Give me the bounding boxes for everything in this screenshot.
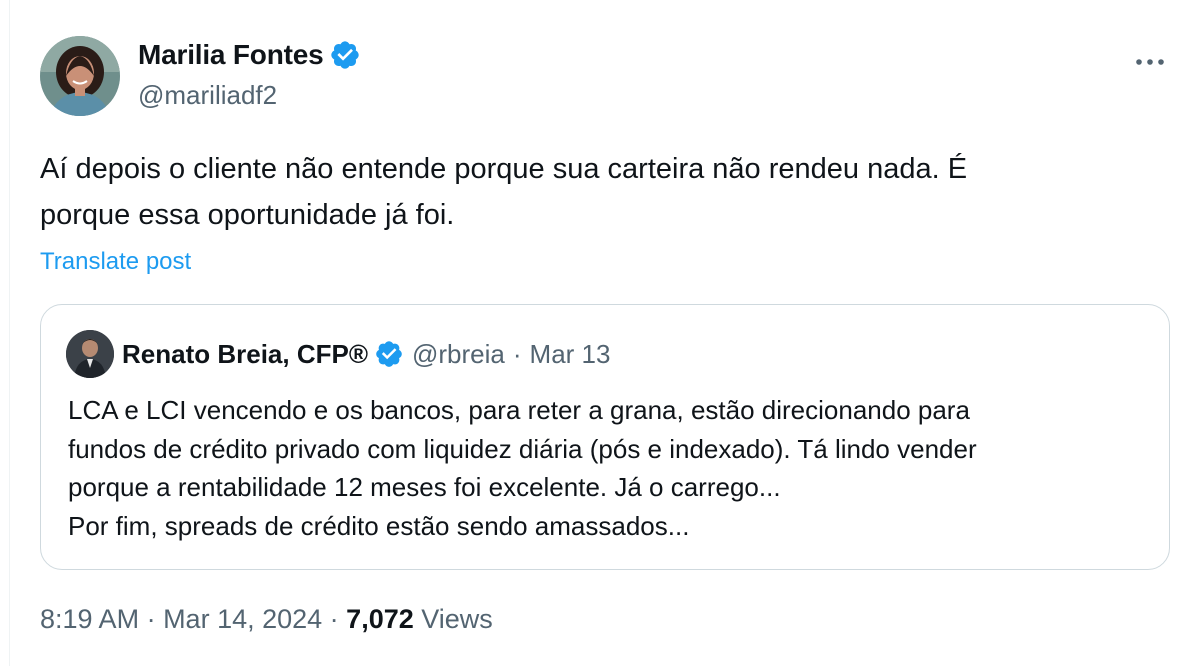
tweet-date[interactable]: Mar 14, 2024 bbox=[163, 604, 322, 635]
avatar[interactable] bbox=[40, 36, 120, 116]
tweet-header: Marilia Fontes @mariliadf2 bbox=[40, 36, 1176, 118]
quoted-avatar-photo bbox=[66, 330, 114, 378]
avatar-photo bbox=[40, 36, 120, 116]
quoted-text-line: Por fim, spreads de crédito estão sendo … bbox=[68, 510, 690, 541]
quoted-text-line: LCA e LCI vencendo e os bancos, para ret… bbox=[68, 395, 970, 425]
meta-separator: · bbox=[322, 604, 347, 634]
quoted-text-line: fundos de crédito privado com liquidez d… bbox=[68, 433, 977, 464]
translate-post-link[interactable]: Translate post bbox=[40, 248, 191, 276]
tweet-time[interactable]: 8:19 AM bbox=[40, 604, 139, 635]
meta-separator: · bbox=[139, 604, 164, 634]
quoted-verified-badge-icon[interactable] bbox=[374, 339, 404, 369]
quoted-separator: · bbox=[512, 338, 522, 369]
quoted-tweet-header: Renato Breia, CFP® @rbreia · Mar 13 bbox=[66, 329, 610, 379]
quoted-date[interactable]: Mar 13 bbox=[530, 339, 611, 370]
verified-badge-icon[interactable] bbox=[329, 39, 361, 71]
views-label: Views bbox=[413, 604, 493, 634]
timeline-border bbox=[9, 0, 10, 666]
tweet-meta: 8:19 AM · Mar 14, 2024 · 7,072 Views bbox=[40, 604, 493, 635]
tweet-text-line: Aí depois o cliente não entende porque s… bbox=[40, 153, 968, 185]
more-options-button[interactable] bbox=[1130, 42, 1170, 82]
quoted-author-handle[interactable]: @rbreia bbox=[412, 339, 505, 370]
ellipsis-icon bbox=[1136, 59, 1164, 65]
author-handle[interactable]: @mariliadf2 bbox=[138, 80, 277, 111]
quoted-tweet-card[interactable]: Renato Breia, CFP® @rbreia · Mar 13 LCA … bbox=[40, 304, 1170, 570]
quoted-tweet-text: LCA e LCI vencendo e os bancos, para ret… bbox=[68, 391, 1158, 545]
quoted-avatar[interactable] bbox=[66, 330, 114, 378]
tweet-text-line: porque essa oportunidade já foi. bbox=[40, 199, 455, 231]
quoted-text-line: porque a rentabilidade 12 meses foi exce… bbox=[68, 472, 781, 502]
author-name[interactable]: Marilia Fontes bbox=[138, 39, 324, 71]
author-name-row: Marilia Fontes bbox=[138, 39, 361, 71]
quoted-author-name[interactable]: Renato Breia, CFP® bbox=[122, 339, 368, 370]
views-count[interactable]: 7,072 bbox=[346, 604, 414, 635]
tweet-text: Aí depois o cliente não entende porque s… bbox=[40, 146, 1160, 238]
